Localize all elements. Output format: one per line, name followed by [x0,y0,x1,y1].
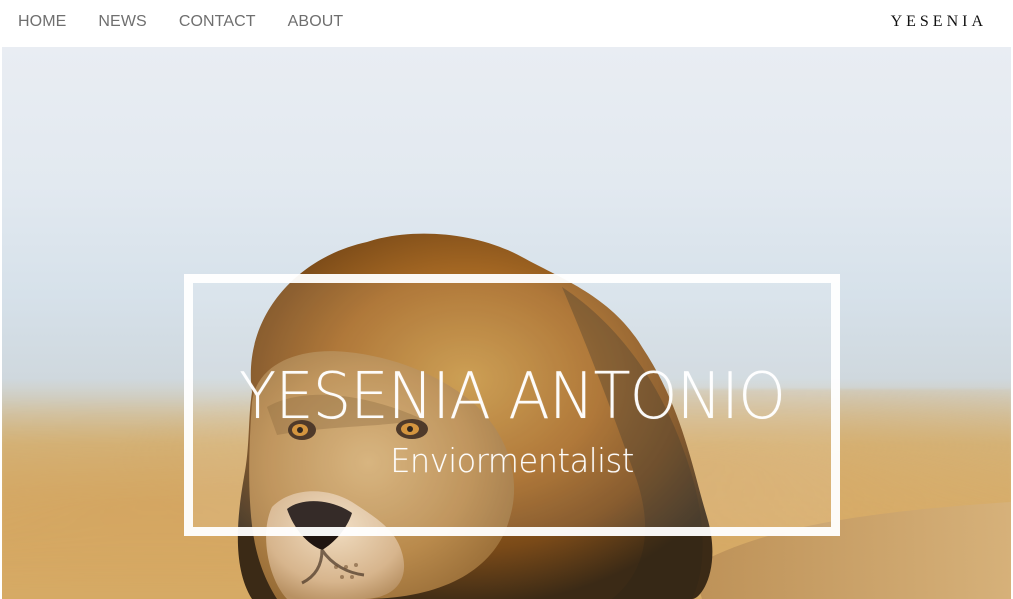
top-navigation: HOME NEWS CONTACT ABOUT YESENIA [0,0,1013,46]
hero-banner: YESENIA ANTONIO Enviormentalist [2,47,1011,599]
brand-name[interactable]: YESENIA [891,12,987,32]
nav-contact-link[interactable]: CONTACT [179,12,256,32]
hero-title-box: YESENIA ANTONIO Enviormentalist [184,274,840,536]
hero-role: Enviormentalist [390,441,634,480]
hero-name: YESENIA ANTONIO [239,360,786,434]
page: HOME NEWS CONTACT ABOUT YESENIA YESENIA … [0,0,1013,599]
nav-about-link[interactable]: ABOUT [288,12,344,32]
nav-home-link[interactable]: HOME [18,12,66,32]
nav-links: HOME NEWS CONTACT ABOUT [18,12,343,32]
nav-news-link[interactable]: NEWS [98,12,146,32]
